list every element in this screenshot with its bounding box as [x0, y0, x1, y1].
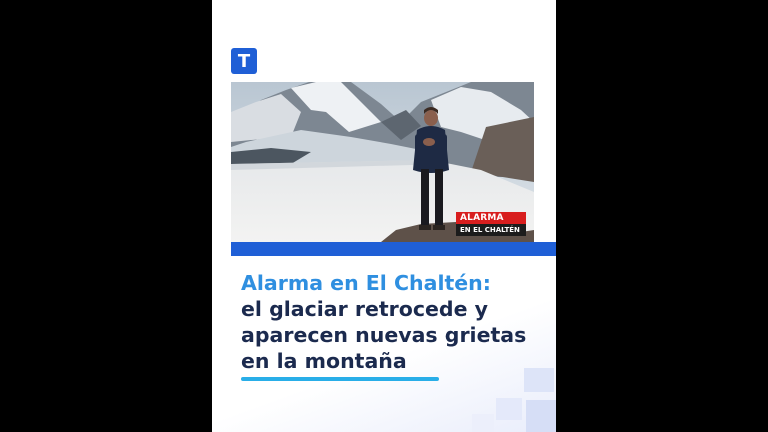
headline-body: el glaciar retrocede y aparecen nuevas g…	[241, 297, 527, 373]
news-card: T ALARMA EN EL CHALTÉN Alarma en El Chal…	[212, 0, 556, 432]
lower-third-title: ALARMA	[456, 212, 526, 224]
headline-underline	[241, 377, 439, 381]
lower-third-subtitle: EN EL CHALTÉN	[456, 224, 526, 236]
headline-highlight: Alarma en El Chaltén:	[241, 271, 491, 295]
brand-logo: T	[231, 48, 257, 74]
accent-bar	[231, 242, 556, 256]
video-frame[interactable]: ALARMA EN EL CHALTÉN	[231, 82, 534, 242]
headline: Alarma en El Chaltén: el glaciar retroce…	[241, 270, 546, 374]
video-lower-third: ALARMA EN EL CHALTÉN	[456, 212, 526, 236]
